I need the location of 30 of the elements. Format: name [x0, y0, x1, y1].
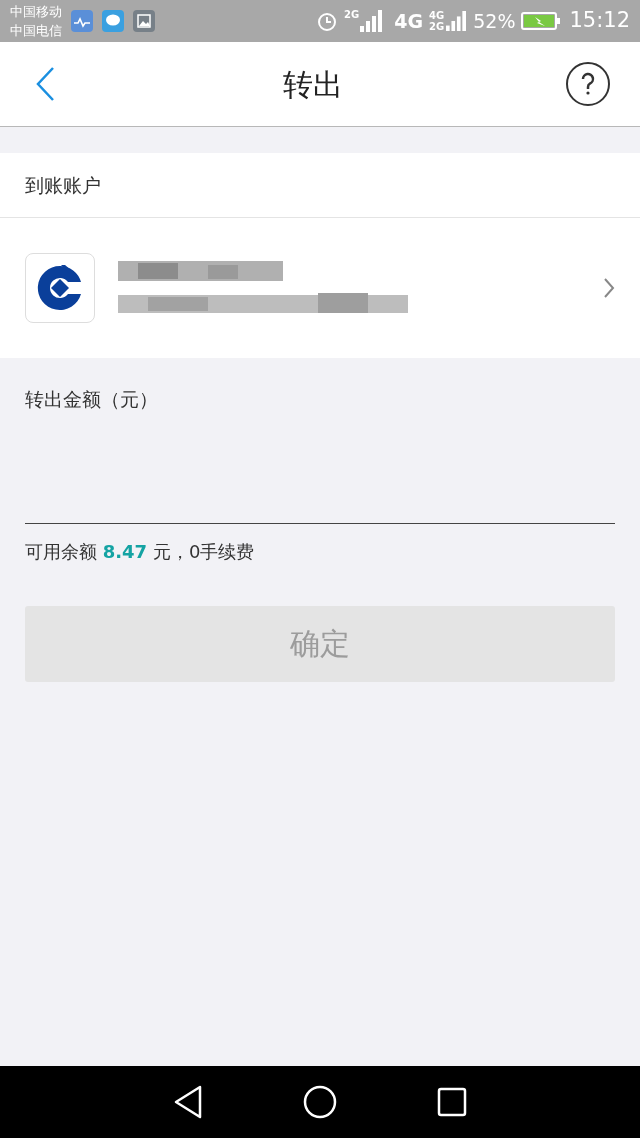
carrier-name: 中国电信	[10, 22, 62, 40]
network-type: 4G	[429, 10, 445, 21]
alarm-icon	[316, 10, 339, 32]
network-type: 2G	[429, 21, 445, 32]
available-balance-text: 可用余额 8.47 元，0手续费	[25, 540, 255, 562]
bank-logo	[25, 253, 95, 323]
back-icon	[35, 66, 55, 102]
gallery-app-icon	[133, 10, 155, 32]
circle-icon	[303, 1085, 337, 1119]
message-app-icon	[102, 10, 124, 32]
signal-icon	[360, 10, 383, 32]
network-type: 4G	[394, 8, 424, 34]
page-title: 转出	[282, 65, 344, 104]
battery-percent: 52%	[473, 8, 516, 34]
battery-charging-icon	[521, 11, 562, 31]
signal-icon	[445, 11, 468, 31]
home-nav-button[interactable]	[303, 1085, 337, 1119]
question-mark-icon	[581, 72, 595, 96]
help-button[interactable]	[566, 62, 610, 106]
carrier-name: 中国移动	[10, 3, 62, 21]
clock: 15:12	[569, 7, 630, 35]
square-icon	[437, 1087, 467, 1117]
amount-label: 转出金额（元）	[25, 388, 158, 410]
network-type: 2G	[344, 10, 360, 20]
back-nav-button[interactable]	[173, 1085, 203, 1119]
triangle-icon	[173, 1085, 203, 1119]
chevron-right-icon	[603, 277, 615, 299]
section-header: 到账账户	[25, 172, 101, 198]
health-app-icon	[71, 10, 93, 32]
recents-nav-button[interactable]	[437, 1087, 467, 1117]
